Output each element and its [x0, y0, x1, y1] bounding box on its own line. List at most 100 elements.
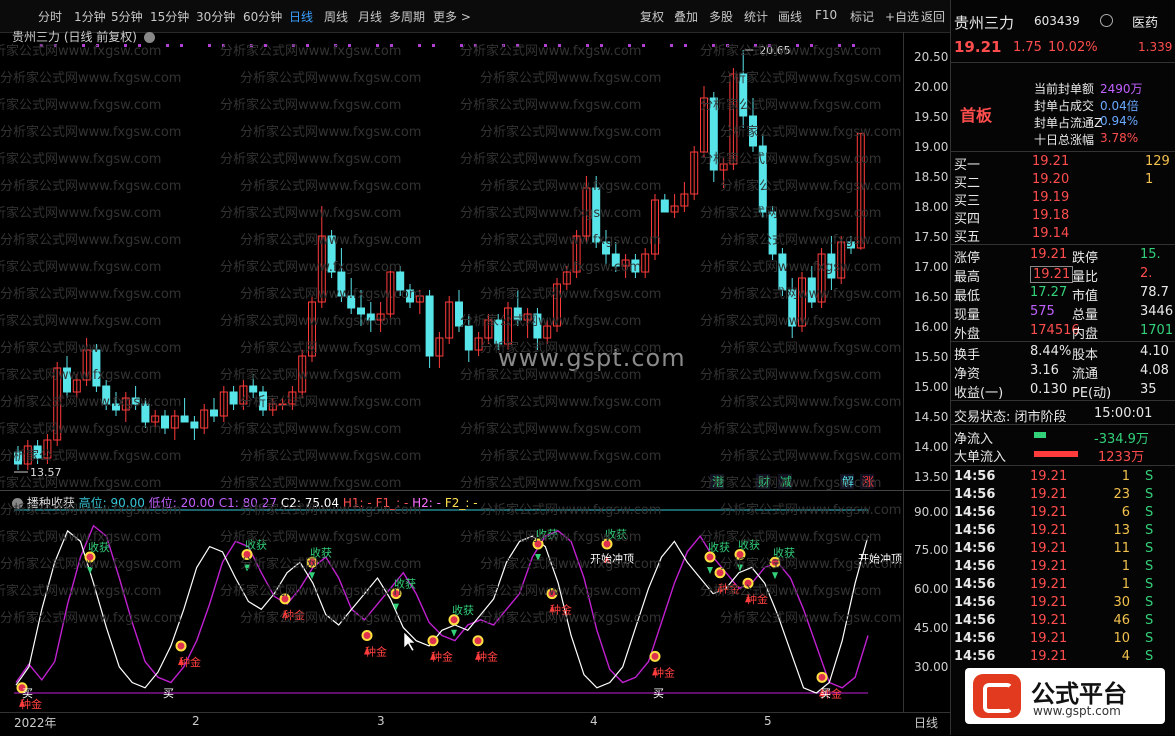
faint-watermark: 分析家公式网www.fxgsw.com	[220, 368, 402, 383]
faint-watermark: 分析家公式网www.fxgsw.com	[480, 611, 662, 626]
tick-price: 19.21	[1030, 469, 1068, 484]
signal-flower-icon	[361, 629, 373, 641]
faint-watermark: 分析家公式网www.fxgsw.com	[220, 44, 402, 59]
price-scale-label: 14.00	[914, 440, 949, 454]
signal-flower-icon	[649, 650, 661, 662]
big-inflow-value: 1233万	[1098, 450, 1145, 465]
faint-watermark: 分析家公式网www.fxgsw.com	[220, 584, 402, 599]
faint-watermark: 分析家公式网www.fxgsw.com	[480, 233, 662, 248]
price-scale-label: 20.00	[914, 80, 949, 94]
period-tab-4[interactable]: 30分钟	[196, 8, 235, 25]
toolbar-action-6[interactable]: 标记	[850, 8, 874, 25]
faint-watermark: 分析家公式网www.fxgsw.com	[460, 422, 642, 437]
tick-time: 14:56	[954, 523, 996, 538]
period-tab-7[interactable]: 周线	[324, 8, 348, 25]
candle-body	[210, 409, 218, 417]
faint-watermark: 分析家公式网www.fxgsw.com	[460, 314, 642, 329]
x-axis	[0, 712, 950, 736]
tick-price: 19.21	[1030, 487, 1068, 502]
period-tab-0[interactable]: 分时	[38, 8, 62, 25]
stat-value: 8.44%	[1030, 344, 1072, 359]
toolbar-action-0[interactable]: 复权	[640, 8, 664, 25]
period-tab-10[interactable]: 更多 >	[433, 8, 471, 25]
big-inflow-bar	[1034, 451, 1078, 457]
faint-watermark: 分析家公式网www.fxgsw.com	[220, 314, 402, 329]
tick-time: 14:56	[954, 595, 996, 610]
stat-label: 外盘	[954, 327, 981, 342]
faint-watermark: 分析家公式网www.fxgsw.com	[700, 476, 882, 491]
info-key: 十日总涨幅	[1034, 133, 1095, 147]
tick-time: 14:56	[954, 469, 996, 484]
faint-watermark: 分析家公式网www.fxgsw.com	[720, 287, 902, 302]
toolbar-action-2[interactable]: 多股	[709, 8, 733, 25]
signal-flower-icon	[472, 635, 484, 647]
tick-volume: 6	[1121, 505, 1130, 520]
faint-watermark: 分析家公式网www.fxgsw.com	[460, 260, 642, 275]
price-scale-label: 16.00	[914, 320, 949, 334]
scale-divider	[903, 32, 904, 712]
info-value: 3.78%	[1100, 131, 1139, 145]
faint-watermark: 分析家公式网www.fxgsw.com	[0, 557, 182, 572]
faint-watermark: 分析家公式网www.fxgsw.com	[480, 395, 662, 410]
stat-value: 0.130	[1030, 382, 1068, 397]
stat-value: 35	[1140, 382, 1157, 397]
faint-watermark: 分析家公式网www.fxgsw.com	[720, 125, 902, 140]
price-scale-label: 18.50	[914, 170, 949, 184]
toolbar-action-8[interactable]: 返回	[921, 8, 945, 25]
faint-watermark: 分析家公式网www.fxgsw.com	[700, 422, 882, 437]
stat-label: 现量	[954, 308, 981, 323]
toolbar-action-1[interactable]: 叠加	[674, 8, 698, 25]
trade-time: 15:00:01	[1094, 406, 1153, 421]
tick-price: 19.21	[1030, 523, 1068, 538]
stat-label: 内盘	[1072, 327, 1099, 342]
period-tab-2[interactable]: 5分钟	[111, 8, 143, 25]
indicator-scale-label: 30.00	[914, 660, 949, 674]
settings-icon[interactable]	[1100, 14, 1113, 27]
faint-watermark: 分析家公式网www.fxgsw.com	[240, 287, 422, 302]
faint-watermark: 分析家公式网www.fxgsw.com	[220, 260, 402, 275]
tick-side: S	[1145, 469, 1154, 484]
divider	[950, 244, 1175, 245]
faint-watermark: 分析家公式网www.fxgsw.com	[240, 503, 422, 518]
faint-watermark: 分析家公式网www.fxgsw.com	[700, 368, 882, 383]
toolbar-action-3[interactable]: 统计	[744, 8, 768, 25]
period-tab-9[interactable]: 多周期	[389, 8, 425, 25]
info-key: 封单占流通Z	[1034, 116, 1103, 130]
period-tab-3[interactable]: 15分钟	[150, 8, 189, 25]
tick-price: 19.21	[1030, 577, 1068, 592]
faint-watermark: 分析家公式网www.fxgsw.com	[0, 584, 162, 599]
period-tab-6[interactable]: 日线	[289, 8, 313, 25]
faint-watermark: 分析家公式网www.fxgsw.com	[480, 125, 662, 140]
faint-watermark: 分析家公式网www.fxgsw.com	[460, 584, 642, 599]
pct-change: 10.02%	[1048, 40, 1098, 55]
price-change: 1.75	[1013, 40, 1042, 55]
indicator-scale-label: 90.00	[914, 505, 949, 519]
index-pct: 1.339	[1138, 40, 1173, 54]
faint-watermark: 分析家公式网www.fxgsw.com	[480, 71, 662, 86]
toolbar-action-4[interactable]: 画线	[778, 8, 802, 25]
faint-watermark: 分析家公式网www.fxgsw.com	[0, 314, 162, 329]
tick-price: 19.21	[1030, 613, 1068, 628]
tick-side: S	[1145, 631, 1154, 646]
faint-watermark: 分析家公式网www.fxgsw.com	[460, 530, 642, 545]
info-value: 2490万	[1100, 82, 1143, 96]
bid-label: 买四	[954, 212, 981, 227]
down-arrow-icon	[707, 567, 713, 575]
tick-volume: 1	[1121, 469, 1130, 484]
period-tab-5[interactable]: 60分钟	[243, 8, 282, 25]
faint-watermark: 分析家公式网www.fxgsw.com	[0, 260, 162, 275]
toolbar-action-7[interactable]: +自选	[885, 8, 919, 25]
limit-tag: 首板	[960, 106, 993, 125]
period-tab-8[interactable]: 月线	[358, 8, 382, 25]
buy-label: 买	[163, 687, 174, 700]
tick-price: 19.21	[1030, 559, 1068, 574]
period-tab-1[interactable]: 1分钟	[74, 8, 106, 25]
indicator-scale-label: 60.00	[914, 582, 949, 596]
faint-watermark: 分析家公式网www.fxgsw.com	[0, 152, 162, 167]
tick-side: S	[1145, 559, 1154, 574]
faint-watermark: 分析家公式网www.fxgsw.com	[240, 395, 422, 410]
signal-dot	[180, 44, 183, 47]
x-axis-label: 2	[192, 714, 200, 728]
toolbar-action-5[interactable]: F10	[815, 8, 837, 22]
faint-watermark: 分析家公式网www.fxgsw.com	[0, 71, 182, 86]
